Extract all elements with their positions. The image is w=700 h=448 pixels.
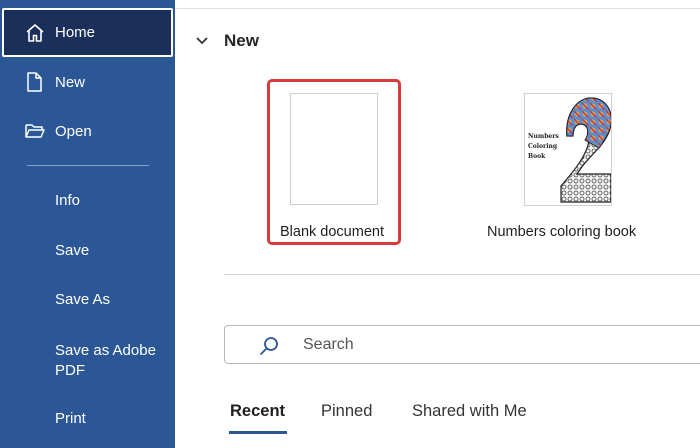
tab-active-indicator [229, 431, 287, 434]
search-icon [258, 335, 280, 362]
sidebar-item-new[interactable]: New [0, 64, 175, 100]
sidebar-item-label: Info [55, 192, 81, 209]
search-placeholder: Search [303, 336, 354, 353]
home-icon [24, 22, 46, 48]
section-title: New [224, 31, 259, 50]
main-panel: New Blank document Numbers Coloring Book… [175, 0, 700, 448]
sidebar-item-save[interactable]: Save [0, 232, 175, 268]
sidebar-item-label: Home [55, 24, 96, 41]
sidebar: Home New Open Info Save Save As Save as … [0, 0, 175, 448]
sidebar-item-label: Save As [55, 291, 111, 308]
sidebar-item-label: Print [55, 410, 86, 427]
sidebar-item-save-as[interactable]: Save As [0, 281, 175, 317]
sidebar-item-open[interactable]: Open [0, 113, 175, 149]
tab-recent[interactable]: Recent [230, 402, 285, 421]
chevron-down-icon[interactable] [195, 34, 209, 52]
folder-open-icon [24, 121, 46, 145]
template-label: Blank document [280, 224, 384, 240]
new-document-icon [24, 71, 44, 97]
blank-document-thumbnail[interactable] [290, 93, 378, 205]
sidebar-item-label: Open [55, 123, 92, 140]
sidebar-item-print[interactable]: Print [0, 400, 175, 436]
sidebar-divider [27, 165, 149, 166]
divider [224, 274, 700, 275]
sidebar-item-save-as-adobe-pdf[interactable]: Save as Adobe PDF [0, 331, 175, 381]
search-input[interactable]: Search [224, 325, 700, 364]
divider [175, 8, 700, 9]
thumbnail-title-text: Numbers Coloring Book [528, 133, 559, 160]
sidebar-item-label: Save [55, 242, 90, 259]
sidebar-item-label: New [55, 74, 86, 91]
tab-pinned[interactable]: Pinned [321, 402, 372, 421]
sidebar-item-home[interactable]: Home [2, 8, 173, 57]
sidebar-item-label: Save as Adobe PDF [55, 342, 156, 379]
sidebar-item-info[interactable]: Info [0, 182, 175, 218]
tab-shared-with-me[interactable]: Shared with Me [412, 402, 527, 421]
template-label: Numbers coloring book [487, 224, 637, 240]
numbers-coloring-book-thumbnail[interactable]: Numbers Coloring Book [524, 93, 612, 206]
